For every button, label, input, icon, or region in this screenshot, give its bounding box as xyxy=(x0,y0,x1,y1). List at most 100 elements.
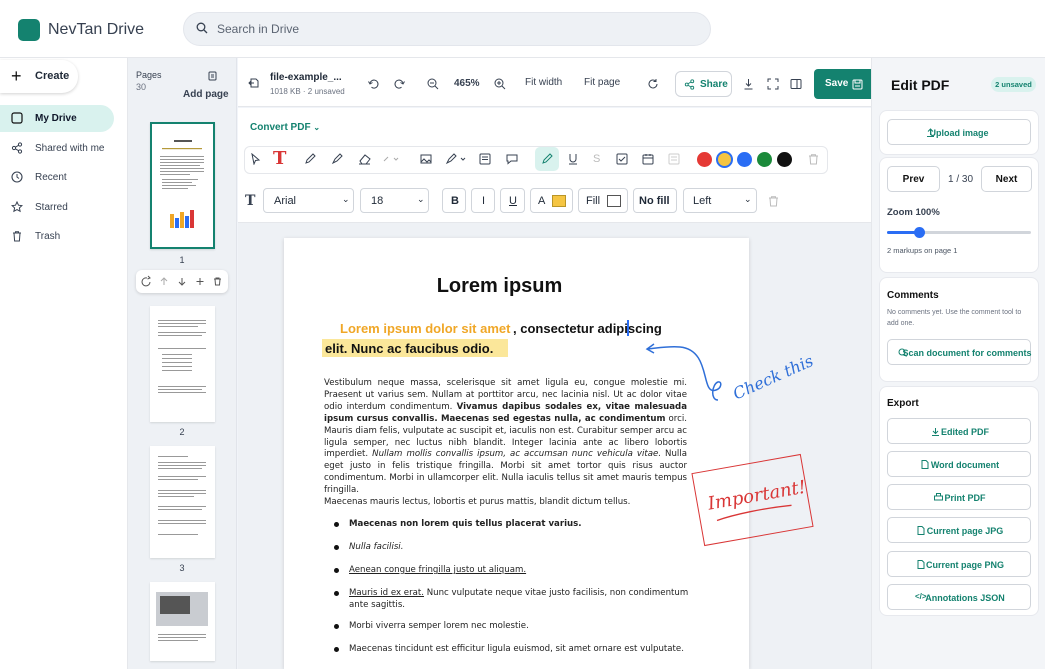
color-swatch-red[interactable] xyxy=(697,152,712,167)
chevron-down-icon: ⌄ xyxy=(744,194,752,204)
refresh-icon[interactable] xyxy=(647,78,659,90)
export-edited-pdf-button[interactable]: Edited PDF xyxy=(887,418,1031,444)
save-button[interactable]: Save xyxy=(814,69,876,99)
app-logo[interactable] xyxy=(18,19,40,41)
eraser-icon[interactable] xyxy=(358,153,371,165)
share-button[interactable]: Share xyxy=(675,71,732,97)
export-label: Current page PNG xyxy=(925,560,1004,570)
color-swatch-green[interactable] xyxy=(757,152,772,167)
page-counter: 1 / 30 xyxy=(948,174,974,185)
nav-item-label: Trash xyxy=(35,231,61,242)
comment-icon[interactable] xyxy=(506,153,518,165)
bullet xyxy=(334,647,339,652)
redo-icon[interactable] xyxy=(394,78,406,90)
comments-title: Comments xyxy=(887,290,939,301)
convert-pdf-dropdown[interactable]: Convert PDF ⌄ xyxy=(250,122,320,133)
fit-width-button[interactable]: Fit width xyxy=(525,77,562,88)
alignment-select[interactable]: Left ⌄ xyxy=(683,188,757,213)
bold-button[interactable]: B xyxy=(442,188,466,213)
no-fill-button[interactable]: No fill xyxy=(633,188,677,213)
font-size-select[interactable]: 18 ⌄ xyxy=(360,188,429,213)
color-swatch-black[interactable] xyxy=(777,152,792,167)
color-swatch-yellow[interactable] xyxy=(716,151,733,168)
back-icon[interactable] xyxy=(248,77,260,89)
calendar-icon[interactable] xyxy=(642,153,654,165)
text-color-button[interactable]: A xyxy=(530,188,573,213)
fill-swatch xyxy=(607,195,621,207)
file-icon xyxy=(917,526,925,535)
document-title: Lorem ipsum xyxy=(436,275,563,297)
arrow-down-icon xyxy=(178,278,186,286)
zoom-out-icon[interactable] xyxy=(427,78,439,90)
clock-icon xyxy=(11,171,23,183)
nav-item-starred[interactable]: Starred xyxy=(0,194,114,221)
page-thumbnail-1[interactable] xyxy=(150,122,215,249)
strikethrough-icon[interactable]: S xyxy=(593,153,600,165)
export-label: Current page JPG xyxy=(926,526,1004,536)
arrow-annotation[interactable] xyxy=(640,340,730,405)
bullet xyxy=(334,545,339,550)
underline-icon[interactable] xyxy=(567,153,579,165)
prev-label: Prev xyxy=(902,174,925,185)
image-icon[interactable] xyxy=(420,153,432,165)
pencil-icon[interactable] xyxy=(304,153,316,165)
scan-comments-button[interactable]: Scan document for comments xyxy=(887,339,1032,365)
text-tool-icon[interactable]: T xyxy=(273,148,286,169)
nav-item-trash[interactable]: Trash xyxy=(0,223,114,250)
export-print-button[interactable]: Print PDF xyxy=(887,484,1031,510)
checkbox-icon[interactable] xyxy=(616,153,628,165)
underline-label: U xyxy=(509,195,517,207)
font-family-select[interactable]: Arial ⌄ xyxy=(263,188,354,213)
save-icon xyxy=(852,79,863,90)
nav-item-recent[interactable]: Recent xyxy=(0,164,114,191)
font-value: Arial xyxy=(274,195,297,207)
zoom-in-icon[interactable] xyxy=(494,78,506,90)
convert-label: Convert PDF xyxy=(250,122,311,133)
delete-icon[interactable] xyxy=(808,153,819,165)
page-number: 3 xyxy=(179,563,185,573)
export-word-button[interactable]: Word document xyxy=(887,451,1031,477)
undo-icon[interactable] xyxy=(367,78,379,90)
pages-label: Pages xyxy=(136,70,162,80)
highlighter-icon[interactable] xyxy=(331,153,343,165)
chevron-down-icon: ⌄ xyxy=(417,194,425,204)
plus-icon: + xyxy=(11,66,22,86)
next-page-button[interactable]: Next xyxy=(981,166,1032,192)
download-icon[interactable] xyxy=(743,78,754,90)
color-swatch-blue[interactable] xyxy=(737,152,752,167)
nav-item-shared[interactable]: Shared with me xyxy=(0,135,114,162)
page-thumbnail-4[interactable] xyxy=(150,582,215,661)
export-png-button[interactable]: Current page PNG xyxy=(887,551,1031,577)
code-icon: </> xyxy=(915,592,927,601)
add-icon xyxy=(196,278,204,285)
page-thumbnail-3[interactable] xyxy=(150,446,215,558)
underline-button[interactable]: U xyxy=(500,188,525,213)
pen-icon[interactable] xyxy=(541,153,553,165)
add-page-icon[interactable] xyxy=(208,71,217,81)
select-pointer-icon[interactable] xyxy=(250,153,261,165)
upload-image-button[interactable]: Upload image xyxy=(887,119,1031,145)
form-field-icon[interactable] xyxy=(668,153,680,165)
highlighted-text-orange[interactable]: Lorem ipsum dolor sit amet xyxy=(340,321,510,336)
zoom-slider-handle[interactable] xyxy=(913,227,925,238)
delete-text-icon[interactable] xyxy=(768,195,779,207)
nav-item-my-drive[interactable]: My Drive xyxy=(0,105,114,132)
export-json-button[interactable]: Annotations JSON </> xyxy=(887,584,1031,610)
note-icon[interactable] xyxy=(479,153,491,165)
link-dropdown-icon[interactable] xyxy=(381,153,401,165)
italic-button[interactable]: I xyxy=(471,188,495,213)
share-icon xyxy=(11,142,23,154)
prev-page-button[interactable]: Prev xyxy=(887,166,940,192)
add-page-button[interactable]: Add page xyxy=(183,89,229,100)
signature-icon[interactable] xyxy=(445,153,467,165)
export-jpg-button[interactable]: Current page JPG xyxy=(887,517,1031,543)
nav-item-label: My Drive xyxy=(35,113,77,124)
page-thumbnail-2[interactable] xyxy=(150,306,215,422)
list-item: Morbi viverra semper lorem nec molestie. xyxy=(349,621,529,631)
text-color-swatch xyxy=(552,195,566,207)
fit-page-button[interactable]: Fit page xyxy=(584,77,620,88)
fullscreen-icon[interactable] xyxy=(767,78,779,90)
star-icon xyxy=(11,201,23,213)
panel-toggle-icon[interactable] xyxy=(790,78,802,90)
fill-color-button[interactable]: Fill xyxy=(578,188,628,213)
